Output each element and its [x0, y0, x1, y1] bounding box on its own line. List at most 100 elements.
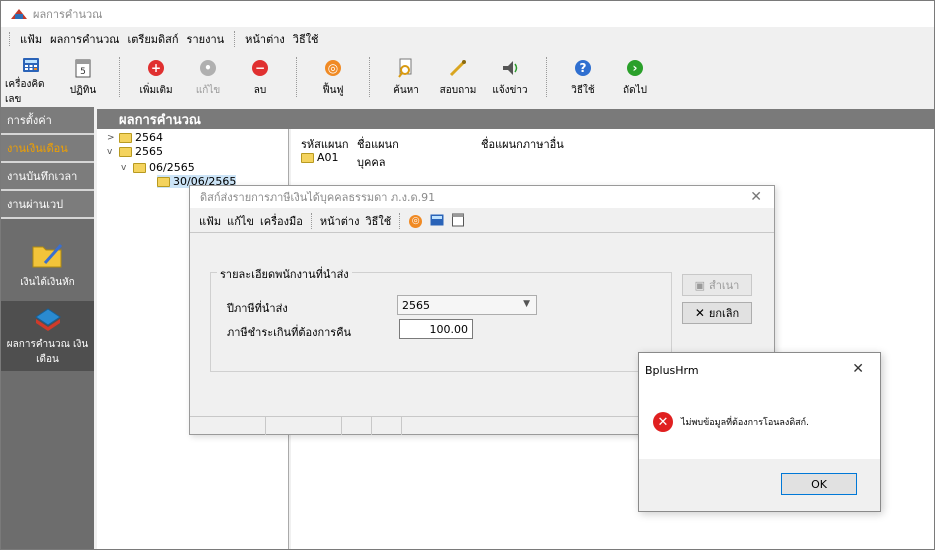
delete-button[interactable]: − ลบ [234, 51, 286, 103]
dialog-menu-window[interactable]: หน้าต่าง [317, 212, 363, 230]
close-icon[interactable]: ✕ [750, 189, 762, 205]
menu-separator [234, 31, 236, 47]
menu-separator [310, 213, 312, 229]
announce-button[interactable]: แจ้งข่าว [484, 51, 536, 103]
query-icon [447, 57, 469, 79]
toolbar-separator [296, 57, 297, 97]
find-icon [395, 57, 417, 79]
folder-icon [119, 146, 132, 157]
chevron-down-icon: ▼ [523, 299, 530, 309]
status-cell [342, 417, 372, 435]
list-item-name: บุคคล [357, 156, 386, 169]
tax-year-select[interactable]: 2565 ▼ [397, 295, 537, 315]
folder-icon [119, 132, 132, 143]
error-message-box: BplusHrm ✕ ✕ ไม่พบข้อมูลที่ต้องการโอนลงด… [638, 352, 881, 512]
calendar-icon[interactable] [452, 213, 465, 230]
status-cell [266, 417, 342, 435]
delete-icon: − [249, 57, 271, 79]
ok-button[interactable]: OK [781, 473, 857, 495]
tree-node-2565[interactable]: v 2565 [107, 145, 163, 158]
msgbox-titlebar: BplusHrm ✕ [639, 353, 880, 387]
dialog-menu-edit[interactable]: แก้ไข [224, 212, 257, 230]
menu-window[interactable]: หน้าต่าง [241, 30, 289, 48]
next-button[interactable]: › ถัดไป [609, 51, 661, 103]
column-header-name[interactable]: ชื่อแผนก [357, 135, 399, 153]
tree-expander[interactable]: v [121, 163, 131, 173]
dialog-menu-tools[interactable]: เครื่องมือ [257, 212, 306, 230]
query-button[interactable]: สอบถาม [432, 51, 484, 103]
toolbar-separator [369, 57, 370, 97]
tree-expander[interactable]: v [107, 147, 117, 157]
svg-text:5: 5 [80, 67, 86, 77]
refund-amount-input[interactable]: 100.00 [399, 319, 473, 339]
calc-result-icon [34, 308, 61, 331]
toolbar: เครื่องคิดเลข 5 ปฏิทิน + เพิ่มเติม • แก้… [1, 51, 934, 105]
save-icon: ▣ [694, 278, 706, 292]
sidebar-item-payroll[interactable]: งานเงินเดือน [1, 135, 94, 163]
add-button[interactable]: + เพิ่มเติม [130, 51, 182, 103]
menu-report[interactable]: รายงาน [183, 30, 229, 48]
status-cell [372, 417, 402, 435]
folder-open-icon [157, 176, 170, 187]
msgbox-title: BplusHrm [645, 363, 699, 377]
help-button[interactable]: ? วิธีใช้ [557, 51, 609, 103]
sidebar-item-settings[interactable]: การตั้งค่า [1, 107, 94, 135]
menu-calc-result[interactable]: ผลการคำนวณ [46, 30, 123, 48]
menu-prepare-disk[interactable]: เตรียมดิสก์ [124, 30, 183, 48]
folder-icon [301, 152, 314, 163]
group-title: รายละเอียดพนักงานที่นำส่ง [217, 265, 352, 283]
window-titlebar: ผลการคำนวณ [1, 1, 934, 27]
cancel-button[interactable]: ✕ ยกเลิก [682, 302, 752, 324]
toolbar-separator [546, 57, 547, 97]
copy-button[interactable]: ▣ สำเนา [682, 274, 752, 296]
column-header-other-name[interactable]: ชื่อแผนกภาษาอื่น [481, 135, 564, 153]
toolbar-separator [119, 57, 120, 97]
menubar: แฟ้ม ผลการคำนวณ เตรียมดิสก์ รายงาน หน้าต… [9, 29, 323, 49]
tree-node-2564[interactable]: > 2564 [107, 131, 163, 144]
sidebar-item-web[interactable]: งานผ่านเวป [1, 191, 94, 219]
announce-icon [499, 57, 521, 79]
msgbox-message: ไม่พบข้อมูลที่ต้องการโอนลงดิสก์. [681, 418, 809, 428]
left-sidebar: การตั้งค่า งานเงินเดือน งานบันทึกเวลา งา… [1, 107, 94, 549]
dialog-menu-divider [190, 232, 774, 233]
window-title: ผลการคำนวณ [33, 8, 103, 21]
refresh-icon[interactable]: ◎ [409, 214, 423, 228]
status-cell [190, 417, 266, 435]
refresh-icon: ◎ [322, 57, 344, 79]
close-icon[interactable]: ✕ [852, 361, 864, 377]
dialog-menubar: แฟ้ม แก้ไข เครื่องมือ หน้าต่าง วิธีใช้ ◎ [190, 210, 468, 232]
sidebar-item-time-record[interactable]: งานบันทึกเวลา [1, 163, 94, 191]
dialog-title: ดิสก์ส่งรายการภาษีเงินได้บุคคลธรรมดา ภ.ง… [200, 191, 436, 204]
list-item[interactable]: A01 [301, 151, 339, 164]
main-window: ผลการคำนวณ แฟ้ม ผลการคำนวณ เตรียมดิสก์ ร… [0, 0, 935, 550]
menubar-grip [9, 32, 12, 46]
refresh-button[interactable]: ◎ ฟื้นฟู [307, 51, 359, 103]
calculator-icon [20, 57, 42, 73]
next-icon: › [624, 57, 646, 79]
find-button[interactable]: ค้นหา [380, 51, 432, 103]
edit-icon: • [197, 57, 219, 79]
dialog-titlebar: ดิสก์ส่งรายการภาษีเงินได้บุคคลธรรมดา ภ.ง… [190, 186, 774, 208]
calendar-button[interactable]: 5 ปฏิทิน [57, 51, 109, 103]
add-icon: + [145, 57, 167, 79]
menu-file[interactable]: แฟ้ม [16, 30, 46, 48]
calculator-icon[interactable] [430, 214, 444, 229]
tree-expander[interactable]: > [107, 133, 117, 143]
tree-node-06-2565[interactable]: v 06/2565 [121, 161, 195, 174]
error-icon: ✕ [653, 412, 673, 432]
sidebar-calc-result[interactable]: ผลการคำนวณ เงินเดือน [1, 301, 94, 371]
folder-edit-icon [32, 244, 62, 268]
menu-separator [399, 213, 401, 229]
app-icon [11, 9, 27, 19]
dialog-menu-help[interactable]: วิธีใช้ [362, 212, 394, 230]
cancel-x-icon: ✕ [694, 306, 705, 320]
tax-year-label: ปีภาษีที่นำส่ง [227, 302, 288, 315]
menu-help[interactable]: วิธีใช้ [289, 30, 323, 48]
sidebar-income-deduction[interactable]: เงินได้เงินหัก [1, 235, 94, 297]
msgbox-body: ✕ ไม่พบข้อมูลที่ต้องการโอนลงดิสก์. [639, 387, 880, 457]
edit-button[interactable]: • แก้ไข [182, 51, 234, 103]
calculator-button[interactable]: เครื่องคิดเลข [5, 51, 57, 105]
employee-detail-group: รายละเอียดพนักงานที่นำส่ง ปีภาษีที่นำส่ง… [210, 265, 672, 372]
msgbox-footer: OK [639, 459, 880, 511]
dialog-menu-file[interactable]: แฟ้ม [196, 212, 224, 230]
